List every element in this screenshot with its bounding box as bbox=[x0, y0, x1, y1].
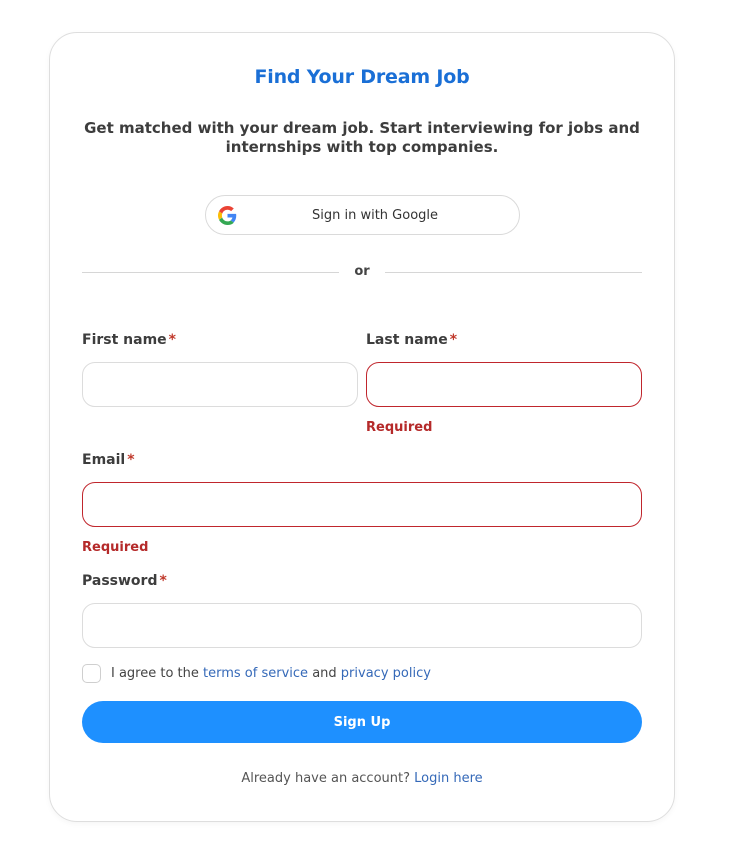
agreement-middle: and bbox=[312, 666, 337, 681]
required-mark: * bbox=[449, 332, 458, 348]
terms-of-service-link[interactable]: terms of service bbox=[203, 666, 308, 681]
page-title: Find Your Dream Job bbox=[254, 66, 470, 88]
divider-line-left bbox=[82, 272, 339, 273]
password-label: Password * bbox=[82, 573, 167, 589]
last-name-input[interactable] bbox=[366, 362, 642, 407]
last-name-error: Required bbox=[366, 420, 433, 435]
first-name-input[interactable] bbox=[82, 362, 358, 407]
required-mark: * bbox=[127, 452, 135, 468]
login-prompt: Already have an account? Login here bbox=[50, 771, 674, 786]
email-input[interactable] bbox=[82, 482, 642, 527]
email-error: Required bbox=[82, 540, 149, 555]
signup-card: Find Your Dream Job Get matched with you… bbox=[49, 32, 675, 822]
google-signin-label: Sign in with Google bbox=[311, 207, 439, 223]
email-label: Email * bbox=[82, 452, 135, 468]
agree-checkbox[interactable] bbox=[82, 664, 101, 683]
first-name-label-text: First name bbox=[82, 332, 167, 348]
password-label-text: Password bbox=[82, 573, 158, 589]
first-name-label: First name * bbox=[82, 332, 176, 348]
divider-line-right bbox=[385, 272, 642, 273]
sign-up-button[interactable]: Sign Up bbox=[82, 701, 642, 743]
privacy-policy-link[interactable]: privacy policy bbox=[341, 666, 431, 681]
agreement-prefix: I agree to the bbox=[111, 666, 199, 681]
divider-text: or bbox=[354, 264, 370, 279]
required-mark: * bbox=[159, 573, 167, 589]
required-mark: * bbox=[168, 332, 176, 348]
google-icon bbox=[218, 206, 237, 225]
page-subtitle: Get matched with your dream job. Start i… bbox=[84, 119, 640, 156]
email-label-text: Email bbox=[82, 452, 126, 468]
login-prompt-text: Already have an account? bbox=[241, 771, 411, 786]
google-signin-button[interactable]: Sign in with Google bbox=[205, 195, 520, 235]
login-link[interactable]: Login here bbox=[414, 771, 483, 786]
password-input[interactable] bbox=[82, 603, 642, 648]
last-name-label-text: Last name bbox=[366, 332, 448, 348]
agreement-text: I agree to the terms of service and priv… bbox=[111, 666, 431, 681]
last-name-label: Last name * bbox=[366, 332, 457, 348]
